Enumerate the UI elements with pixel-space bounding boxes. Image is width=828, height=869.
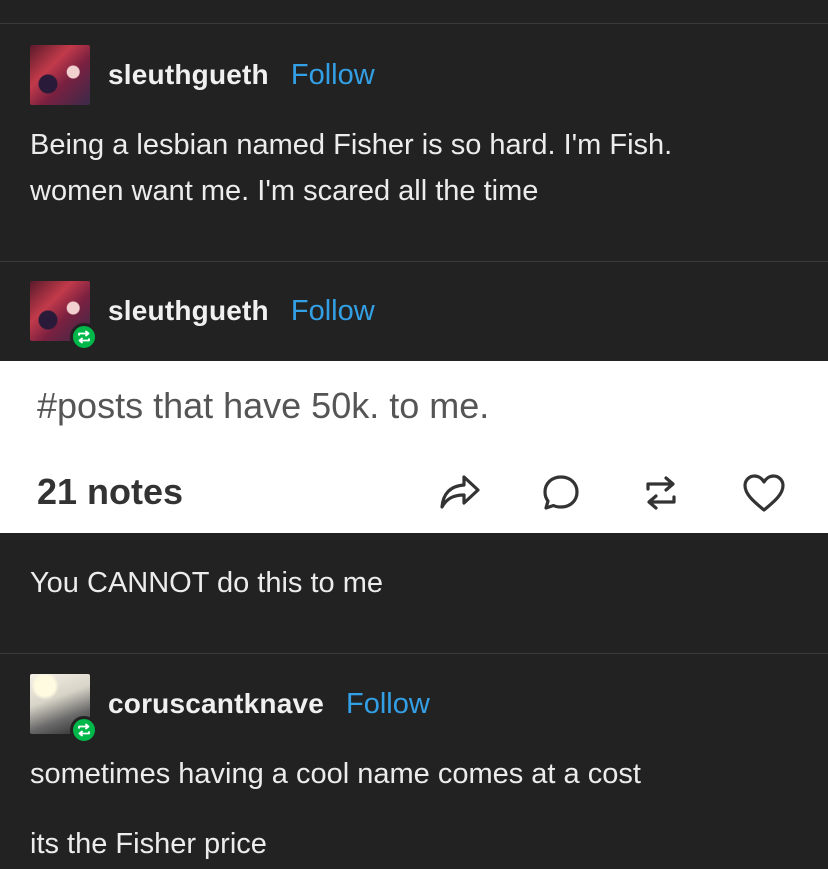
share-button[interactable]	[436, 469, 484, 517]
post-header: coruscantknave Follow	[30, 674, 430, 744]
post-body: You CANNOT do this to me	[30, 560, 810, 606]
post-header: sleuthgueth Follow	[30, 45, 375, 105]
avatar[interactable]	[30, 45, 90, 105]
follow-button[interactable]: Follow	[346, 688, 430, 721]
post-text-line: sometimes having a cool name comes at a …	[30, 758, 641, 790]
post-footer-card: #posts that have 50k. to me. 21 notes	[0, 361, 828, 533]
post-tags[interactable]: #posts that have 50k. to me.	[37, 385, 489, 427]
post-text-line: You CANNOT do this to me	[30, 567, 383, 599]
like-button[interactable]	[740, 469, 788, 517]
reply-button[interactable]	[537, 469, 585, 517]
reply-icon	[543, 475, 579, 510]
post-text-line: Being a lesbian named Fisher is so hard.…	[30, 129, 673, 161]
post-divider	[0, 23, 828, 24]
notes-count[interactable]: 21 notes	[37, 471, 183, 513]
like-icon	[743, 474, 785, 512]
reblog-badge-icon	[70, 716, 98, 744]
share-icon	[440, 475, 480, 509]
username[interactable]: sleuthgueth	[108, 59, 269, 91]
post-divider	[0, 261, 828, 262]
fox-character-avatar-icon	[30, 45, 90, 105]
post-body: Being a lesbian named Fisher is so hard.…	[30, 122, 810, 214]
username[interactable]: sleuthgueth	[108, 295, 269, 327]
post-header: sleuthgueth Follow	[30, 281, 375, 351]
reblog-button[interactable]	[637, 469, 685, 517]
post-divider	[0, 653, 828, 654]
follow-button[interactable]: Follow	[291, 295, 375, 328]
username[interactable]: coruscantknave	[108, 688, 324, 720]
follow-button[interactable]: Follow	[291, 59, 375, 92]
post-text-line: women want me. I'm scared all the time	[30, 175, 539, 207]
post-body: sometimes having a cool name comes at a …	[30, 751, 810, 867]
post-text-line: its the Fisher price	[30, 828, 267, 860]
avatar[interactable]	[30, 674, 98, 744]
avatar[interactable]	[30, 281, 98, 351]
reblog-icon	[646, 476, 676, 510]
reblog-badge-icon	[70, 323, 98, 351]
